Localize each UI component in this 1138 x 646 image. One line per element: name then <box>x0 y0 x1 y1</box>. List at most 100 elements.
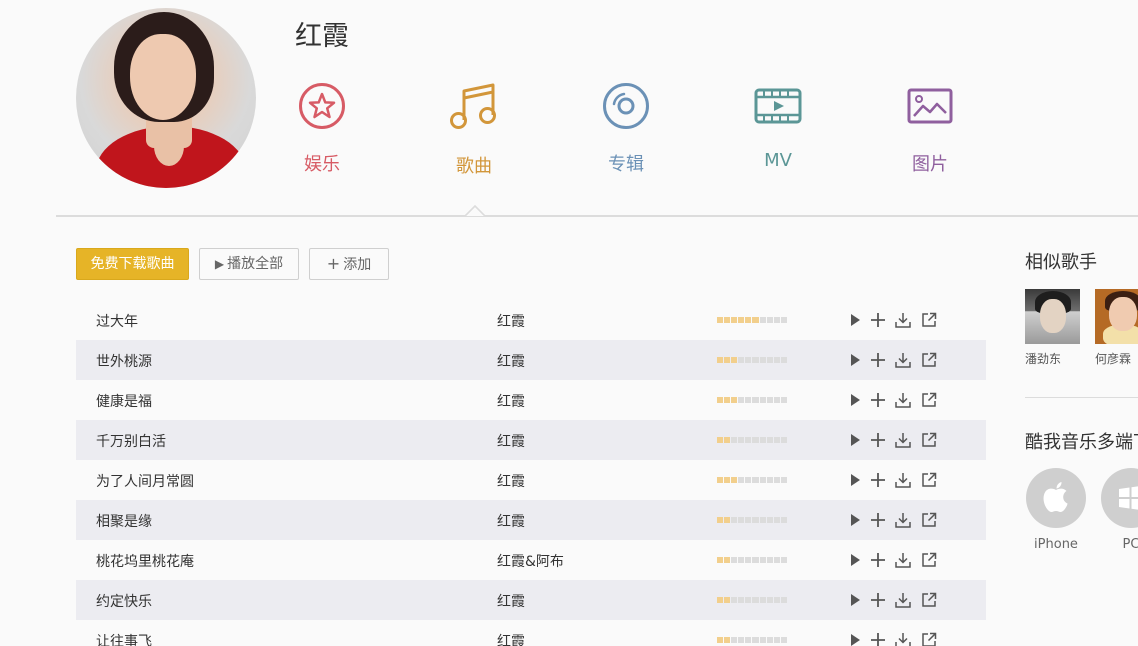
add-icon[interactable] <box>869 471 887 489</box>
play-icon[interactable] <box>846 551 864 569</box>
download-icon[interactable] <box>894 551 912 569</box>
add-icon[interactable] <box>869 391 887 409</box>
song-artist[interactable]: 红霞 <box>497 311 525 331</box>
download-icon[interactable] <box>894 351 912 369</box>
popularity-segment <box>766 597 773 603</box>
popularity-segment <box>759 517 766 523</box>
popularity-segment <box>752 397 759 403</box>
popularity-segment <box>752 437 759 443</box>
platform-pc[interactable]: PC <box>1101 468 1138 552</box>
share-icon[interactable] <box>920 391 938 409</box>
popularity-segment <box>724 557 731 563</box>
song-artist[interactable]: 红霞 <box>497 591 525 611</box>
popularity-segment <box>738 637 745 643</box>
share-icon[interactable] <box>920 511 938 529</box>
platform-iphone[interactable]: iPhone <box>1026 468 1086 552</box>
share-icon[interactable] <box>920 431 938 449</box>
similar-artist-photo[interactable] <box>1025 289 1080 344</box>
song-row: 让往事飞 红霞 <box>76 620 986 646</box>
song-title[interactable]: 让往事飞 <box>96 631 152 646</box>
popularity-bar <box>717 317 787 323</box>
share-icon[interactable] <box>920 631 938 646</box>
song-title[interactable]: 世外桃源 <box>96 351 152 371</box>
free-download-button[interactable]: 免费下载歌曲 <box>76 248 189 280</box>
song-row: 世外桃源 红霞 <box>76 340 986 380</box>
song-artist[interactable]: 红霞 <box>497 511 525 531</box>
popularity-segment <box>731 637 738 643</box>
popularity-segment <box>724 517 731 523</box>
play-icon[interactable] <box>846 351 864 369</box>
similar-artist-name[interactable]: 何彦霖 <box>1095 350 1138 367</box>
play-icon[interactable] <box>846 391 864 409</box>
similar-artist[interactable]: 潘劲东 <box>1025 289 1081 367</box>
add-icon[interactable] <box>869 431 887 449</box>
popularity-segment <box>773 317 780 323</box>
play-all-label: 播放全部 <box>227 256 284 272</box>
download-icon[interactable] <box>894 311 912 329</box>
share-icon[interactable] <box>920 471 938 489</box>
tab-mv[interactable]: MV <box>726 82 830 182</box>
play-icon[interactable] <box>846 631 864 646</box>
similar-artist-name[interactable]: 潘劲东 <box>1025 350 1081 367</box>
play-icon[interactable] <box>846 431 864 449</box>
play-all-button[interactable]: ▶ 播放全部 <box>199 248 299 280</box>
tab-pictures[interactable]: 图片 <box>878 82 982 182</box>
song-artist[interactable]: 红霞 <box>497 391 525 411</box>
add-icon[interactable] <box>869 591 887 609</box>
popularity-segment <box>773 637 780 643</box>
popularity-segment <box>738 397 745 403</box>
song-title[interactable]: 桃花坞里桃花庵 <box>96 551 194 571</box>
popularity-segment <box>780 317 787 323</box>
share-icon[interactable] <box>920 351 938 369</box>
play-icon[interactable] <box>846 311 864 329</box>
tab-songs[interactable]: 歌曲 <box>422 82 526 182</box>
song-artist[interactable]: 红霞 <box>497 351 525 371</box>
popularity-segment <box>780 597 787 603</box>
popularity-segment <box>759 557 766 563</box>
download-icon[interactable] <box>894 431 912 449</box>
song-artist[interactable]: 红霞 <box>497 431 525 451</box>
popularity-bar <box>717 597 787 603</box>
download-icon[interactable] <box>894 391 912 409</box>
download-icon[interactable] <box>894 631 912 646</box>
share-icon[interactable] <box>920 311 938 329</box>
artist-avatar <box>76 8 256 188</box>
popularity-segment <box>745 557 752 563</box>
popularity-segment <box>759 397 766 403</box>
popularity-segment <box>752 317 759 323</box>
popularity-segment <box>738 437 745 443</box>
song-artist[interactable]: 红霞 <box>497 471 525 491</box>
share-icon[interactable] <box>920 551 938 569</box>
add-icon[interactable] <box>869 511 887 529</box>
popularity-segment <box>731 437 738 443</box>
add-button[interactable]: + 添加 <box>309 248 389 280</box>
song-title[interactable]: 相聚是缘 <box>96 511 152 531</box>
add-icon[interactable] <box>869 311 887 329</box>
song-title[interactable]: 千万别白活 <box>96 431 166 451</box>
popularity-segment <box>759 317 766 323</box>
song-artist[interactable]: 红霞&阿布 <box>497 551 564 571</box>
popularity-segment <box>717 637 724 643</box>
add-icon[interactable] <box>869 631 887 646</box>
similar-artist[interactable]: 何彦霖 <box>1095 289 1138 367</box>
song-title[interactable]: 约定快乐 <box>96 591 152 611</box>
song-artist[interactable]: 红霞 <box>497 631 525 646</box>
tab-albums[interactable]: 专辑 <box>574 82 678 182</box>
similar-artist-photo[interactable] <box>1095 289 1138 344</box>
song-title[interactable]: 为了人间月常圆 <box>96 471 194 491</box>
download-icon[interactable] <box>894 471 912 489</box>
play-icon[interactable] <box>846 511 864 529</box>
popularity-segment <box>724 637 731 643</box>
play-icon[interactable] <box>846 471 864 489</box>
play-icon[interactable] <box>846 591 864 609</box>
song-title[interactable]: 健康是福 <box>96 391 152 411</box>
add-icon[interactable] <box>869 551 887 569</box>
share-icon[interactable] <box>920 591 938 609</box>
tab-entertainment[interactable]: 娱乐 <box>270 82 374 182</box>
popularity-bar <box>717 397 787 403</box>
add-icon[interactable] <box>869 351 887 369</box>
popularity-segment <box>717 597 724 603</box>
download-icon[interactable] <box>894 591 912 609</box>
song-title[interactable]: 过大年 <box>96 311 138 331</box>
download-icon[interactable] <box>894 511 912 529</box>
